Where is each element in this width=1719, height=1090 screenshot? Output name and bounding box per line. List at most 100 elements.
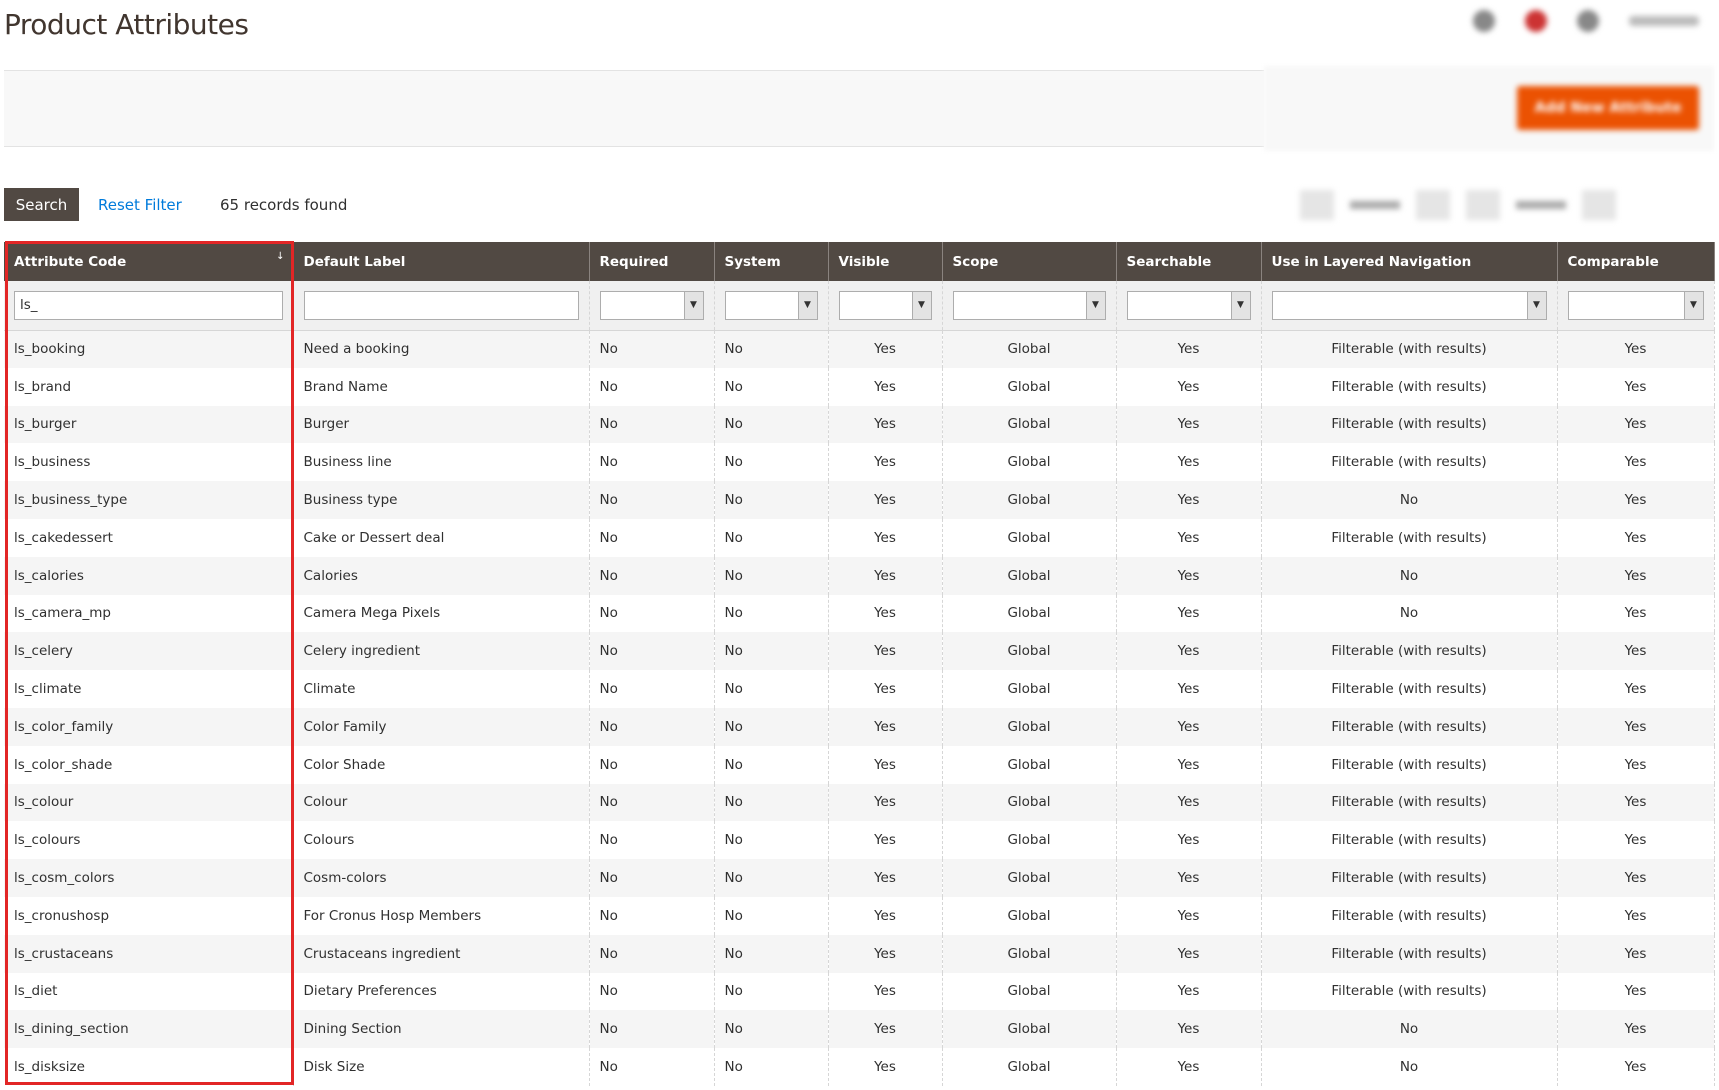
table-row[interactable]: ls_dining_section Dining Section No No Yes Gl… — [4, 1010, 1715, 1049]
cell-visible: Yes — [828, 745, 943, 784]
filter-system-select[interactable]: ▼ — [724, 290, 818, 320]
next-page-button[interactable] — [1582, 190, 1616, 220]
cell-use-in-layered-navigation: Filterable (with results) — [1261, 405, 1558, 444]
per-page-select[interactable] — [1300, 190, 1334, 220]
cell-system: No — [714, 443, 829, 482]
table-row[interactable]: ls_cakedessert Cake or Dessert deal No No Ye… — [4, 518, 1715, 557]
cell-required: No — [589, 670, 715, 708]
cell-system: No — [714, 330, 829, 368]
filter-required-select[interactable]: ▼ — [599, 290, 704, 320]
notifications-icon[interactable] — [1525, 10, 1547, 32]
filter-use-in-layered-navigation-select[interactable]: ▼ — [1271, 290, 1547, 320]
table-row[interactable]: ls_diet Dietary Preferences No No Yes Global Y… — [4, 972, 1715, 1011]
table-row[interactable]: ls_brand Brand Name No No Yes Global Yes Filter… — [4, 367, 1715, 406]
search-icon[interactable] — [1473, 10, 1495, 32]
page-actions-bar — [4, 70, 1264, 147]
cell-scope: Global — [942, 632, 1117, 671]
cell-attribute-code: ls_cakedessert — [4, 518, 294, 557]
table-row[interactable]: ls_climate Climate No No Yes Global Yes Filtera… — [4, 670, 1715, 708]
cell-comparable: Yes — [1557, 783, 1715, 822]
cell-visible: Yes — [828, 896, 943, 935]
cell-use-in-layered-navigation: Filterable (with results) — [1261, 972, 1558, 1011]
cell-use-in-layered-navigation: No — [1261, 1010, 1558, 1049]
chevron-down-icon: ▼ — [797, 291, 817, 319]
reset-filter-link[interactable]: Reset Filter — [98, 196, 182, 214]
cell-scope: Global — [942, 1010, 1117, 1049]
page-input[interactable] — [1466, 190, 1500, 220]
page-total — [1516, 201, 1566, 209]
cell-visible: Yes — [828, 934, 943, 973]
column-header-searchable[interactable]: Searchable — [1116, 242, 1262, 281]
table-row[interactable]: ls_calories Calories No No Yes Global Yes No Yes — [4, 556, 1715, 595]
prev-page-button[interactable] — [1416, 190, 1450, 220]
table-row[interactable]: ls_color_shade Color Shade No No Yes Global Ye… — [4, 745, 1715, 784]
table-row[interactable]: ls_color_family Color Family No No Yes Global… — [4, 707, 1715, 746]
cell-visible: Yes — [828, 972, 943, 1011]
table-row[interactable]: ls_celery Celery ingredient No No Yes Global Y… — [4, 632, 1715, 671]
table-row[interactable]: ls_colours Colours No No Yes Global Yes Filtera… — [4, 821, 1715, 860]
cell-comparable: Yes — [1557, 481, 1715, 519]
cell-searchable: Yes — [1116, 821, 1262, 860]
filter-default-label-input[interactable] — [303, 290, 579, 320]
cell-use-in-layered-navigation: No — [1261, 1048, 1558, 1086]
table-row[interactable]: ls_burger Burger No No Yes Global Yes Filterabl… — [4, 405, 1715, 444]
filter-attribute-code-input[interactable] — [14, 290, 283, 320]
table-row[interactable]: ls_disksize Disk Size No No Yes Global Yes No Ye… — [4, 1048, 1715, 1086]
filter-searchable-select[interactable]: ▼ — [1126, 290, 1251, 320]
table-row[interactable]: ls_colour Colour No No Yes Global Yes Filterabl… — [4, 783, 1715, 822]
search-button[interactable]: Search — [4, 188, 79, 221]
filter-comparable-select[interactable]: ▼ — [1567, 290, 1704, 320]
table-row[interactable]: ls_camera_mp Camera Mega Pixels No No Yes Glo… — [4, 594, 1715, 633]
cell-use-in-layered-navigation: Filterable (with results) — [1261, 821, 1558, 860]
add-new-attribute-button[interactable]: Add New Attribute — [1517, 86, 1699, 130]
cell-default-label: Crustaceans ingredient — [293, 934, 590, 973]
filter-cell — [4, 281, 294, 331]
column-header-comparable[interactable]: Comparable — [1557, 242, 1715, 281]
cell-system: No — [714, 632, 829, 671]
table-row[interactable]: ls_business Business line No No Yes Global Yes… — [4, 443, 1715, 482]
table-row[interactable]: ls_booking Need a booking No No Yes Global Yes… — [4, 330, 1715, 368]
cell-comparable: Yes — [1557, 972, 1715, 1011]
table-row[interactable]: ls_crustaceans Crustaceans ingredient No No… — [4, 934, 1715, 973]
column-header-scope[interactable]: Scope — [942, 242, 1117, 281]
cell-attribute-code: ls_booking — [4, 330, 294, 368]
cell-attribute-code: ls_camera_mp — [4, 594, 294, 633]
cell-searchable: Yes — [1116, 896, 1262, 935]
cell-comparable: Yes — [1557, 632, 1715, 671]
cell-visible: Yes — [828, 1010, 943, 1049]
user-menu[interactable] — [1629, 16, 1699, 26]
column-header-required[interactable]: Required — [589, 242, 715, 281]
chevron-down-icon: ▼ — [911, 291, 931, 319]
cell-system: No — [714, 556, 829, 595]
cell-visible: Yes — [828, 707, 943, 746]
filter-visible-select[interactable]: ▼ — [838, 290, 932, 320]
cell-scope: Global — [942, 821, 1117, 860]
cell-default-label: Color Family — [293, 707, 590, 746]
cell-use-in-layered-navigation: Filterable (with results) — [1261, 896, 1558, 935]
table-row[interactable]: ls_cosm_colors Cosm-colors No No Yes Global Ye… — [4, 859, 1715, 897]
cell-searchable: Yes — [1116, 670, 1262, 708]
filter-cell — [293, 281, 590, 331]
cell-comparable: Yes — [1557, 859, 1715, 897]
filter-scope-select[interactable]: ▼ — [952, 290, 1106, 320]
cell-attribute-code: ls_celery — [4, 632, 294, 671]
cell-comparable: Yes — [1557, 367, 1715, 406]
column-header-default-label[interactable]: Default Label — [293, 242, 590, 281]
cell-required: No — [589, 821, 715, 860]
cell-system: No — [714, 670, 829, 708]
column-header-visible[interactable]: Visible — [828, 242, 943, 281]
cell-attribute-code: ls_dining_section — [4, 1010, 294, 1049]
table-row[interactable]: ls_cronushosp For Cronus Hosp Members No No… — [4, 896, 1715, 935]
column-header-system[interactable]: System — [714, 242, 829, 281]
cell-searchable: Yes — [1116, 405, 1262, 444]
cell-searchable: Yes — [1116, 1010, 1262, 1049]
column-header-use-in-layered-navigation[interactable]: Use in Layered Navigation — [1261, 242, 1558, 281]
cell-scope: Global — [942, 670, 1117, 708]
table-row[interactable]: ls_business_type Business type No No Yes Glob… — [4, 481, 1715, 519]
attributes-grid: Attribute Code ↓ Default Label Required Syst… — [4, 242, 1715, 1086]
column-header-attribute-code[interactable]: Attribute Code ↓ — [4, 242, 294, 281]
cell-use-in-layered-navigation: No — [1261, 594, 1558, 633]
cell-comparable: Yes — [1557, 707, 1715, 746]
filter-cell: ▼ — [942, 281, 1117, 331]
user-icon[interactable] — [1577, 10, 1599, 32]
